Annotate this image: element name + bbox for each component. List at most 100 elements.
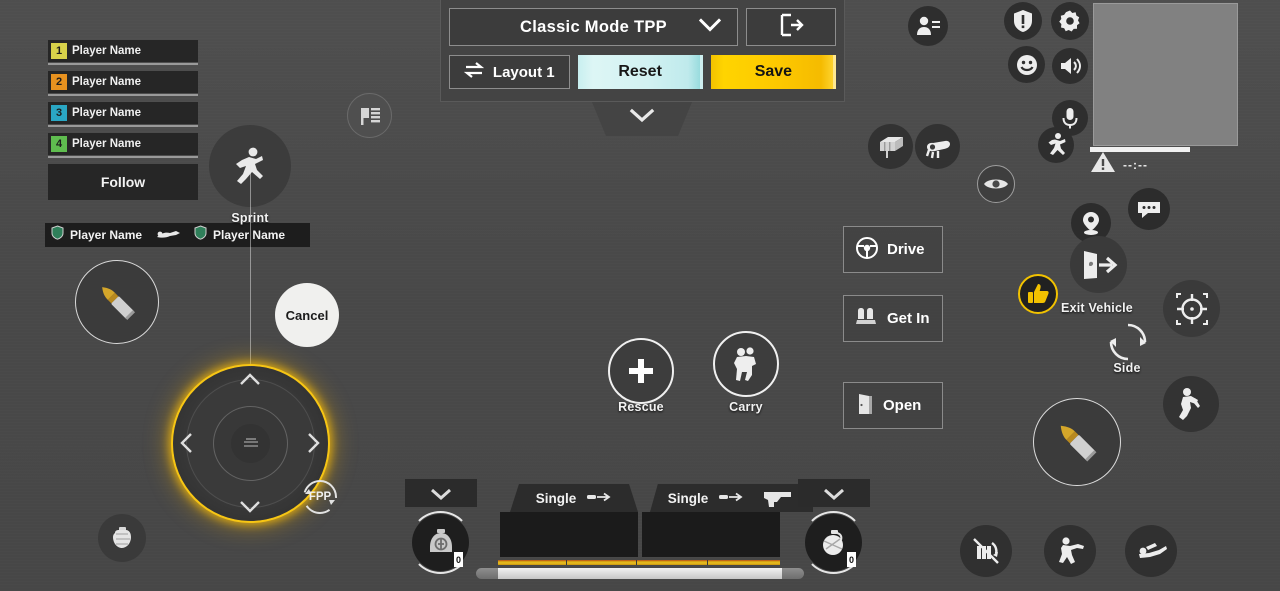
alert-button[interactable] [1004, 2, 1042, 40]
team-member-row[interactable]: 3 Player Name [48, 102, 198, 127]
item-slot-1[interactable]: 0 [409, 511, 472, 574]
item-slot-2[interactable]: 0 [802, 511, 865, 574]
weapon-slot-1[interactable] [500, 512, 638, 557]
killfeed-banner: Player Name Player Name [45, 223, 310, 247]
reload-button[interactable] [960, 525, 1012, 577]
rescue-label: Rescue [618, 400, 664, 414]
pickup-hand-icon [925, 140, 950, 158]
open-label: Open [883, 397, 922, 414]
warning-triangle-icon [1090, 150, 1116, 179]
crouch-button[interactable] [1044, 525, 1096, 577]
joystick-left-chevron [179, 432, 193, 459]
rotate-arrows-icon [1109, 323, 1147, 361]
cancel-label: Cancel [285, 307, 329, 323]
emoji-icon [1016, 54, 1037, 75]
game-mode-label: Classic Mode TPP [520, 17, 667, 36]
settings-gear-icon [1059, 10, 1080, 32]
fpp-toggle-button[interactable]: FPP [300, 477, 340, 517]
team-invite-button[interactable] [908, 6, 948, 46]
item-slot-1-chevron[interactable] [405, 479, 477, 507]
speaker-icon [1061, 58, 1081, 74]
inventory-scrollbar[interactable] [476, 568, 804, 579]
game-mode-select[interactable]: Classic Mode TPP [449, 8, 738, 46]
pistol-icon [764, 492, 791, 507]
alert-shield-icon [1014, 10, 1032, 32]
scrollbar-thumb[interactable] [498, 568, 782, 579]
save-button[interactable]: Save [710, 55, 836, 89]
reset-button[interactable]: Reset [577, 55, 703, 89]
minimap[interactable] [1093, 3, 1238, 146]
team-member-name: Player Name [72, 107, 142, 119]
team-slot-number: 1 [51, 43, 67, 59]
crate-button[interactable] [868, 124, 913, 169]
crouch-icon [1059, 537, 1084, 564]
chat-button[interactable] [1128, 188, 1170, 230]
door-icon [855, 392, 875, 420]
flag-list-icon [358, 105, 382, 127]
grenade-quick-button[interactable] [98, 514, 146, 562]
save-label: Save [754, 63, 793, 80]
speaker-button[interactable] [1052, 48, 1088, 84]
jump-button[interactable] [1163, 376, 1219, 432]
exit-button[interactable] [746, 8, 836, 46]
weapon-slot-1-fire-mode: Single [535, 490, 577, 506]
scope-crosshair-icon [1175, 292, 1208, 325]
carry-button[interactable] [713, 331, 779, 397]
reset-label: Reset [618, 63, 662, 80]
chevron-down-icon [698, 18, 722, 37]
item-slot-2-chevron[interactable] [798, 479, 870, 507]
scope-button[interactable] [1163, 280, 1220, 337]
prone-kill-icon [154, 226, 182, 245]
right-fire-button[interactable] [1033, 398, 1121, 486]
carry-label: Carry [729, 400, 763, 414]
bullet-arrow-icon [586, 491, 612, 506]
side-label: Side [1113, 361, 1141, 375]
bullet-icon [91, 276, 143, 328]
flag-list-button[interactable] [347, 93, 392, 138]
prone-button[interactable] [1125, 525, 1177, 577]
rescue-button[interactable] [608, 338, 674, 404]
joystick-hub[interactable] [231, 424, 270, 463]
open-button[interactable]: Open [843, 382, 943, 429]
follow-label: Follow [100, 174, 146, 190]
bullet-arrow-icon [718, 491, 744, 506]
team-member-row[interactable]: 1 Player Name [48, 40, 198, 65]
settings-button[interactable] [1051, 2, 1089, 40]
side-button[interactable] [1104, 318, 1152, 366]
team-member-row[interactable]: 2 Player Name [48, 71, 198, 96]
team-member-name: Player Name [72, 76, 142, 88]
shield-icon [51, 225, 64, 245]
chevron-down-icon [431, 488, 451, 500]
ammo-strip [498, 560, 780, 565]
left-fire-button[interactable] [75, 260, 159, 344]
team-invite-icon [917, 16, 940, 35]
chevron-down-icon [824, 488, 844, 500]
chat-bubble-icon [1138, 202, 1160, 218]
follow-button[interactable]: Follow [48, 164, 198, 200]
warning-row: --:-- [1090, 150, 1148, 179]
weapon-slot-2[interactable] [642, 512, 780, 557]
crate-icon [879, 136, 903, 158]
get-in-label: Get In [887, 310, 930, 327]
exit-vehicle-button[interactable] [1070, 236, 1127, 293]
sprint-toggle-icon [1048, 133, 1066, 155]
sprint-toggle-button[interactable] [1038, 127, 1074, 163]
emoji-button[interactable] [1008, 46, 1045, 83]
thumbs-up-button[interactable] [1018, 274, 1058, 314]
pickup-hand-button[interactable] [915, 124, 960, 169]
layout-label: Layout 1 [492, 63, 555, 81]
peek-button[interactable] [977, 165, 1015, 203]
layout-switch-button[interactable]: Layout 1 [449, 55, 570, 89]
team-slot-number: 3 [51, 105, 67, 121]
joystick-down-chevron [239, 500, 261, 519]
team-member-name: Player Name [72, 45, 142, 57]
game-control-customization-screen: Classic Mode TPP Layout 1 Reset Save 1 P… [0, 0, 1280, 591]
toolbar-collapse-tab[interactable] [592, 102, 692, 136]
cancel-button[interactable]: Cancel [275, 283, 339, 347]
top-toolbar: Classic Mode TPP Layout 1 Reset Save [440, 0, 845, 102]
weapon-slot-1-mode[interactable]: Single [510, 484, 638, 512]
get-in-button[interactable]: Get In [843, 295, 943, 342]
chevron-down-icon [629, 108, 655, 128]
drive-button[interactable]: Drive [843, 226, 943, 273]
team-member-row[interactable]: 4 Player Name [48, 133, 198, 158]
